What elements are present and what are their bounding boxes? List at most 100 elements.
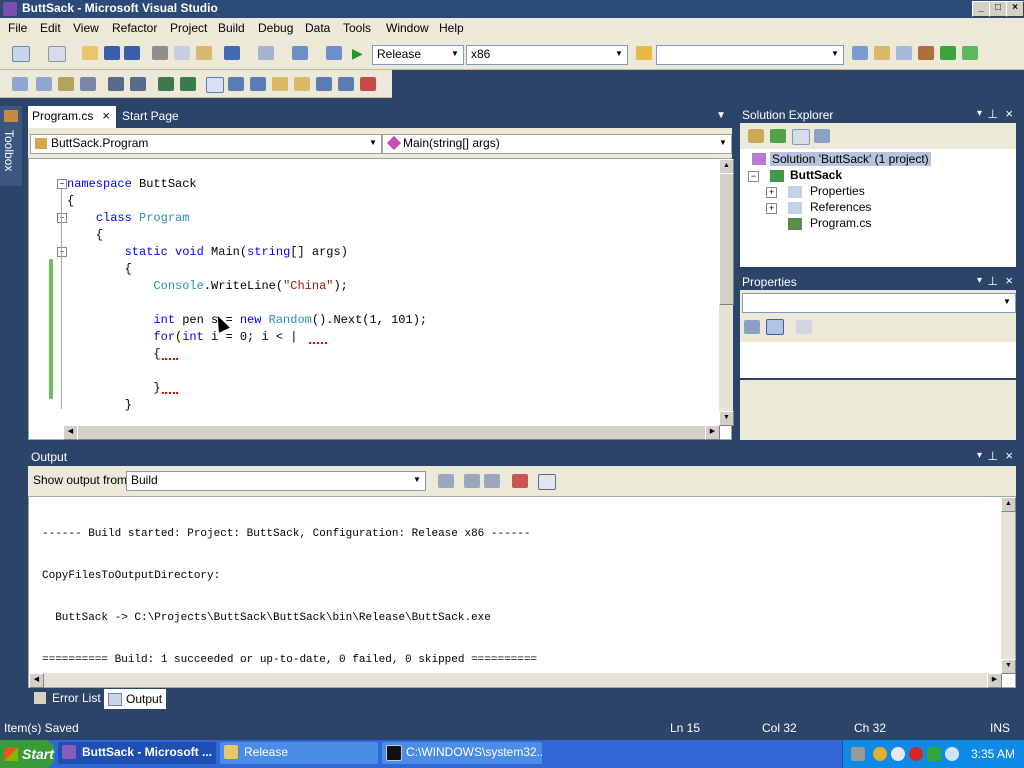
menu-data[interactable]: Data xyxy=(305,21,330,35)
decrease-indent-icon[interactable] xyxy=(108,77,124,91)
collapse-icon[interactable]: − xyxy=(748,171,759,182)
navigate-forward-icon[interactable] xyxy=(326,46,342,60)
scroll-up-icon[interactable]: ▲ xyxy=(1001,497,1016,512)
scroll-right-icon[interactable]: ▶ xyxy=(705,425,720,440)
find-combo[interactable]: ▼ xyxy=(656,45,844,65)
toolbox-strip[interactable]: Toolbox xyxy=(0,106,22,186)
toolbox-icon[interactable] xyxy=(918,46,934,60)
tray-security-icon[interactable] xyxy=(909,747,923,761)
menu-help[interactable]: Help xyxy=(439,21,464,35)
minimize-button[interactable]: _ xyxy=(972,1,990,17)
word-wrap-icon[interactable] xyxy=(538,474,556,490)
scroll-left-icon[interactable]: ◀ xyxy=(29,673,44,688)
previous-message-icon[interactable] xyxy=(464,474,480,488)
parameter-info-icon[interactable] xyxy=(36,77,52,91)
scroll-up-icon[interactable]: ▲ xyxy=(719,159,734,174)
tab-start-page[interactable]: Start Page xyxy=(118,106,198,126)
save-all-icon[interactable] xyxy=(124,46,140,60)
close-icon[interactable]: × xyxy=(102,108,110,123)
tree-item-properties[interactable]: Properties xyxy=(810,184,865,198)
editor-vertical-scrollbar[interactable]: ▲ ▼ xyxy=(719,159,734,426)
collapse-icon[interactable]: − xyxy=(57,247,67,257)
menu-build[interactable]: Build xyxy=(218,21,245,35)
tray-network-icon[interactable] xyxy=(873,747,887,761)
next-message-icon[interactable] xyxy=(484,474,500,488)
cut-icon[interactable] xyxy=(152,46,168,60)
pin-icon[interactable]: ⊥ xyxy=(988,449,998,463)
tab-output[interactable]: Output xyxy=(104,689,166,709)
menu-view[interactable]: View xyxy=(73,21,99,35)
output-text-area[interactable]: ------ Build started: Project: ButtSack,… xyxy=(28,496,1016,688)
previous-bookmark-icon[interactable] xyxy=(228,77,244,91)
next-bookmark-folder-icon[interactable] xyxy=(294,77,310,91)
tray-speaker-icon[interactable] xyxy=(891,747,905,761)
start-page-icon[interactable] xyxy=(940,46,956,60)
menu-file[interactable]: File xyxy=(8,21,27,35)
output-vertical-scrollbar[interactable]: ▲ ▼ xyxy=(1001,497,1016,674)
menu-window[interactable]: Window xyxy=(386,21,429,35)
scroll-thumb[interactable] xyxy=(77,425,707,440)
scroll-left-icon[interactable]: ◀ xyxy=(63,425,78,440)
tray-tool-icon[interactable] xyxy=(851,747,865,761)
menu-refactor[interactable]: Refactor xyxy=(112,21,157,35)
add-item-icon[interactable] xyxy=(48,46,66,62)
menu-debug[interactable]: Debug xyxy=(258,21,293,35)
view-class-diagram-icon[interactable] xyxy=(814,129,830,143)
scroll-right-icon[interactable]: ▶ xyxy=(987,673,1002,688)
tree-item-program-cs[interactable]: Program.cs xyxy=(810,216,871,230)
expand-icon[interactable]: + xyxy=(766,187,777,198)
uncomment-lines-icon[interactable] xyxy=(180,77,196,91)
maximize-button[interactable]: □ xyxy=(989,1,1007,17)
output-source-combo[interactable]: Build ▼ xyxy=(126,471,426,491)
refresh-icon[interactable] xyxy=(770,129,786,143)
complete-word-icon[interactable] xyxy=(80,77,96,91)
editor-horizontal-scrollbar[interactable]: ◀ ▶ xyxy=(63,425,720,440)
solution-explorer-icon[interactable] xyxy=(852,46,868,60)
alphabetical-icon[interactable] xyxy=(766,319,784,335)
pin-icon[interactable]: ⊥ xyxy=(988,274,998,288)
taskbar-button-release-folder[interactable]: Release xyxy=(220,742,378,764)
menu-tools[interactable]: Tools xyxy=(343,21,371,35)
menu-project[interactable]: Project xyxy=(170,21,207,35)
navigate-back-icon[interactable] xyxy=(292,46,308,60)
property-pages-icon[interactable] xyxy=(796,320,812,334)
tree-item-solution[interactable]: Solution 'ButtSack' (1 project) xyxy=(770,152,931,166)
taskbar-button-visual-studio[interactable]: ButtSack - Microsoft ... xyxy=(58,742,216,764)
copy-icon[interactable] xyxy=(174,46,190,60)
clear-all-icon[interactable] xyxy=(512,474,528,488)
code-editor[interactable]: − − − namespace ButtSack{ class Program … xyxy=(28,158,734,440)
list-members-icon[interactable] xyxy=(12,77,28,91)
pin-icon[interactable]: ⊥ xyxy=(988,107,998,121)
collapse-icon[interactable]: − xyxy=(57,179,67,189)
properties-window-icon[interactable] xyxy=(874,46,890,60)
window-position-icon[interactable]: ▾ xyxy=(977,450,982,461)
tree-item-references[interactable]: References xyxy=(810,200,871,214)
undo-icon[interactable] xyxy=(224,46,240,60)
scroll-down-icon[interactable]: ▼ xyxy=(719,411,734,426)
categorized-icon[interactable] xyxy=(744,320,760,334)
tab-error-list[interactable]: Error List xyxy=(30,688,102,708)
scroll-down-icon[interactable]: ▼ xyxy=(1001,659,1016,674)
menu-edit[interactable]: Edit xyxy=(40,21,61,35)
previous-bookmark-doc-icon[interactable] xyxy=(316,77,332,91)
scroll-thumb[interactable] xyxy=(719,173,734,305)
tree-item-project[interactable]: ButtSack xyxy=(790,168,842,182)
next-bookmark-icon[interactable] xyxy=(250,77,266,91)
next-bookmark-doc-icon[interactable] xyxy=(338,77,354,91)
previous-bookmark-folder-icon[interactable] xyxy=(272,77,288,91)
save-icon[interactable] xyxy=(104,46,120,60)
start-debug-icon[interactable]: ▶ xyxy=(352,46,368,60)
open-folder-icon[interactable] xyxy=(82,46,98,60)
paste-icon[interactable] xyxy=(196,46,212,60)
bookmark-toggle-icon[interactable] xyxy=(206,77,224,93)
redo-icon[interactable] xyxy=(258,46,274,60)
window-position-icon[interactable]: ▾ xyxy=(977,108,982,119)
close-icon[interactable]: × xyxy=(1005,448,1013,463)
close-icon[interactable]: × xyxy=(1005,273,1013,288)
close-button[interactable]: × xyxy=(1006,1,1024,17)
tray-sync-icon[interactable] xyxy=(927,747,941,761)
start-button[interactable]: Start xyxy=(0,740,54,768)
collapse-icon[interactable]: − xyxy=(57,213,67,223)
properties-icon[interactable] xyxy=(748,129,764,143)
quick-info-icon[interactable] xyxy=(58,77,74,91)
